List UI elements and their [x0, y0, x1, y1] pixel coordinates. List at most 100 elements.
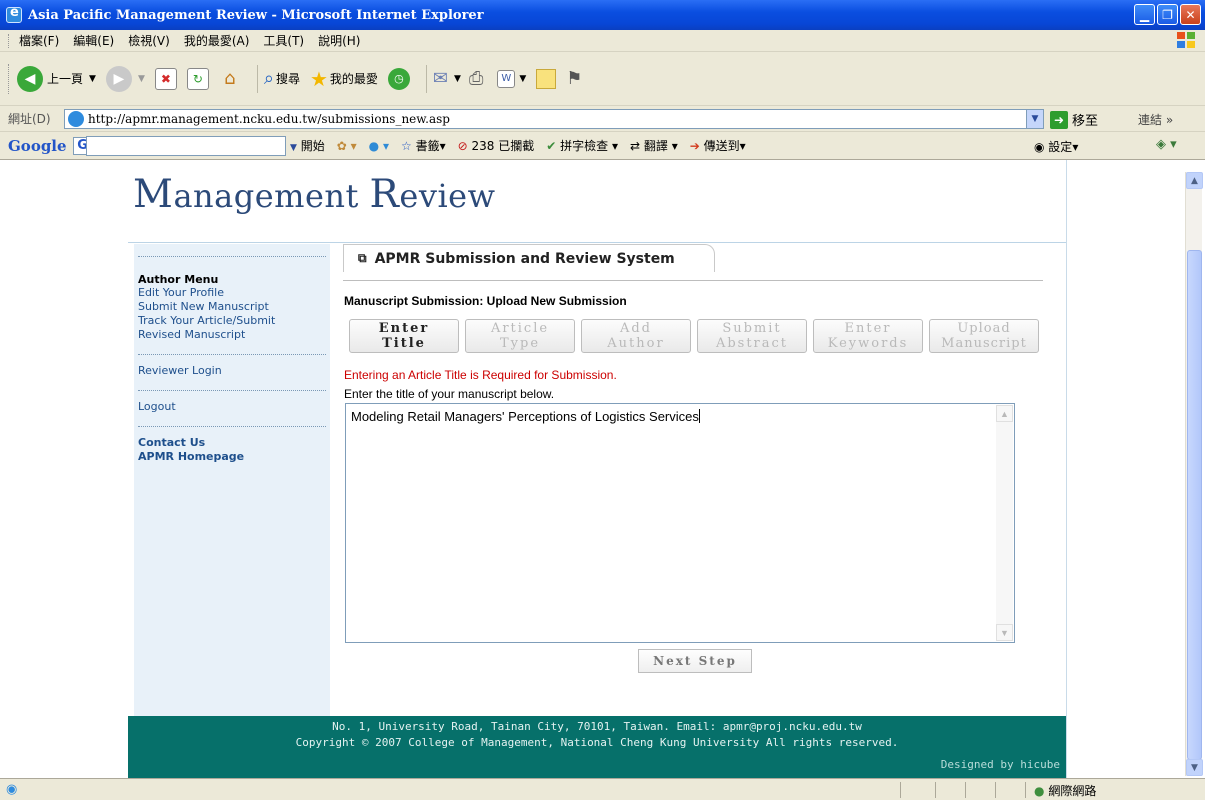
- back-button[interactable]: ◀ 上一頁 ▼: [17, 65, 96, 92]
- edit-profile-link[interactable]: Edit Your Profile: [138, 286, 326, 300]
- step-enter-keywords[interactable]: Enter Keywords: [813, 319, 923, 353]
- refresh-icon[interactable]: ↻: [186, 67, 209, 90]
- tab-underline: [343, 280, 1043, 281]
- menu-edit[interactable]: 編輯(E): [73, 32, 114, 49]
- gadget-icon[interactable]: ✿ ▾: [337, 139, 357, 153]
- toolbar-separator: [256, 64, 258, 93]
- step-submit-abstract[interactable]: Submit Abstract: [697, 319, 807, 353]
- scroll-down-icon[interactable]: ▼: [996, 624, 1013, 641]
- menu-file[interactable]: 檔案(F): [19, 32, 59, 49]
- menu-help[interactable]: 說明(H): [318, 32, 360, 49]
- go-button[interactable]: ➜ 移至: [1050, 110, 1098, 129]
- apmr-homepage-link[interactable]: APMR Homepage: [138, 450, 326, 464]
- messenger-icon[interactable]: ⚑: [566, 68, 582, 89]
- send-to-button[interactable]: ➔ 傳送到▾: [690, 137, 746, 154]
- spellcheck-label: 拼字檢查: [560, 139, 609, 153]
- reviewer-login-link[interactable]: Reviewer Login: [138, 364, 326, 378]
- page-scrollbar[interactable]: ▲ ▼: [1185, 172, 1203, 776]
- star-outline-icon: ☆: [400, 139, 412, 153]
- step-line2: Abstract: [715, 336, 789, 351]
- submit-manuscript-link[interactable]: Submit New Manuscript: [138, 300, 326, 314]
- step-line1: Article: [490, 321, 550, 336]
- toolbar-separator: [425, 64, 427, 93]
- status-divider: [1025, 782, 1026, 798]
- textarea-scrollbar[interactable]: ▲ ▼: [996, 405, 1013, 641]
- step-line2: Manuscript: [941, 336, 1027, 351]
- popup-blocker-button[interactable]: ⊘ 238 已攔截: [458, 137, 535, 154]
- minimize-button[interactable]: ▁: [1134, 4, 1155, 25]
- home-icon[interactable]: ⌂: [219, 68, 241, 90]
- menu-tools[interactable]: 工具(T): [263, 32, 304, 49]
- masthead-initial-m: M: [133, 172, 174, 217]
- note-icon[interactable]: [536, 68, 557, 89]
- step-line2: Title: [382, 336, 426, 351]
- footer-designer-credit: Designed by hicube: [940, 758, 1060, 771]
- scroll-up-icon[interactable]: ▲: [996, 405, 1013, 422]
- bookmarks-button[interactable]: ☆ 書籤▾: [401, 137, 446, 154]
- step-upload-manuscript[interactable]: Upload Manuscript: [929, 319, 1039, 353]
- maximize-button[interactable]: ❐: [1157, 4, 1178, 25]
- site-footer: No. 1, University Road, Tainan City, 701…: [128, 716, 1066, 778]
- page-content: Management Review Author Menu Edit Your …: [0, 160, 1185, 778]
- step-line2: Keywords: [827, 336, 909, 351]
- google-search-input[interactable]: [86, 136, 286, 156]
- spellcheck-button[interactable]: ✔ 拼字檢查 ▾: [546, 137, 618, 154]
- star-icon: ★: [309, 66, 328, 91]
- history-icon[interactable]: ◷: [387, 67, 410, 90]
- next-step-button[interactable]: Next Step: [638, 649, 752, 673]
- google-start-button[interactable]: ▼ 開始: [290, 137, 325, 154]
- step-line1: Submit: [722, 321, 782, 336]
- internet-zone: ● 網際網路: [1034, 782, 1096, 799]
- address-bar: 網址(D) http://apmr.management.ncku.edu.tw…: [0, 106, 1205, 132]
- step-enter-title[interactable]: Enter Title: [349, 319, 459, 353]
- footer-copyright: Copyright © 2007 College of Management, …: [295, 736, 899, 749]
- page-title: Manuscript Submission: Upload New Submis…: [344, 294, 627, 308]
- chevron-down-icon: ▼: [89, 73, 96, 84]
- forward-button[interactable]: ▶ ▼: [105, 65, 145, 92]
- chat-icon[interactable]: ● ▾: [369, 139, 389, 153]
- google-logo-text: Google: [8, 136, 67, 155]
- scrollbar-thumb[interactable]: [1187, 250, 1202, 760]
- google-settings-label: 設定: [1048, 140, 1073, 154]
- print-icon[interactable]: ⎙: [469, 68, 483, 89]
- title-textarea[interactable]: Modeling Retail Managers' Perceptions of…: [345, 403, 1015, 643]
- status-divider: [935, 782, 936, 798]
- menu-bar: 檔案(F) 編輯(E) 檢視(V) 我的最愛(A) 工具(T) 說明(H): [0, 30, 1205, 52]
- blocker-icon: ⊘: [457, 139, 468, 153]
- close-button[interactable]: ✕: [1180, 4, 1201, 25]
- tab-submission-system[interactable]: ⧉ APMR Submission and Review System: [343, 244, 715, 272]
- mail-icon[interactable]: ✉: [433, 68, 448, 89]
- logout-link[interactable]: Logout: [138, 400, 326, 414]
- send-to-label: 傳送到: [703, 139, 740, 153]
- favorites-button[interactable]: ★ 我的最愛: [310, 67, 378, 91]
- translate-globe-icon[interactable]: ◈ ▾: [1156, 137, 1177, 152]
- google-logo[interactable]: Google: [8, 137, 67, 155]
- contact-us-link[interactable]: Contact Us: [138, 436, 326, 450]
- toolbar-grip: [8, 33, 11, 48]
- edit-icon[interactable]: W: [497, 69, 516, 88]
- content-border: [1066, 160, 1067, 778]
- chevron-down-icon[interactable]: ▼: [1026, 110, 1043, 128]
- menu-view[interactable]: 檢視(V): [128, 32, 170, 49]
- scroll-up-icon[interactable]: ▲: [1186, 172, 1203, 189]
- author-sidebar: Author Menu Edit Your Profile Submit New…: [134, 244, 330, 718]
- links-button[interactable]: 連結 »: [1138, 111, 1173, 128]
- masthead-part2: eview: [399, 177, 496, 215]
- window-title: Asia Pacific Management Review - Microso…: [28, 7, 484, 23]
- title-bar: Asia Pacific Management Review - Microso…: [0, 0, 1205, 30]
- search-button[interactable]: ⌕ 搜尋: [264, 68, 300, 89]
- address-input[interactable]: http://apmr.management.ncku.edu.tw/submi…: [64, 109, 1044, 129]
- stop-icon[interactable]: ✖: [154, 67, 177, 90]
- step-article-type[interactable]: Article Type: [465, 319, 575, 353]
- scroll-down-icon[interactable]: ▼: [1186, 759, 1203, 776]
- text-caret: [698, 409, 700, 423]
- step-line1: Enter: [378, 321, 430, 336]
- google-settings-button[interactable]: ◉ 設定▾: [1034, 138, 1078, 155]
- menu-favorites[interactable]: 我的最愛(A): [184, 32, 250, 49]
- translate-button[interactable]: ⇄ 翻譯 ▾: [630, 137, 678, 154]
- step-add-author[interactable]: Add Author: [581, 319, 691, 353]
- track-article-link[interactable]: Track Your Article/Submit Revised Manusc…: [138, 314, 313, 342]
- globe-icon: ●: [1034, 784, 1045, 798]
- popup-blocked-count: 238 已攔截: [471, 139, 535, 153]
- forward-arrow-icon: ▶: [105, 65, 132, 92]
